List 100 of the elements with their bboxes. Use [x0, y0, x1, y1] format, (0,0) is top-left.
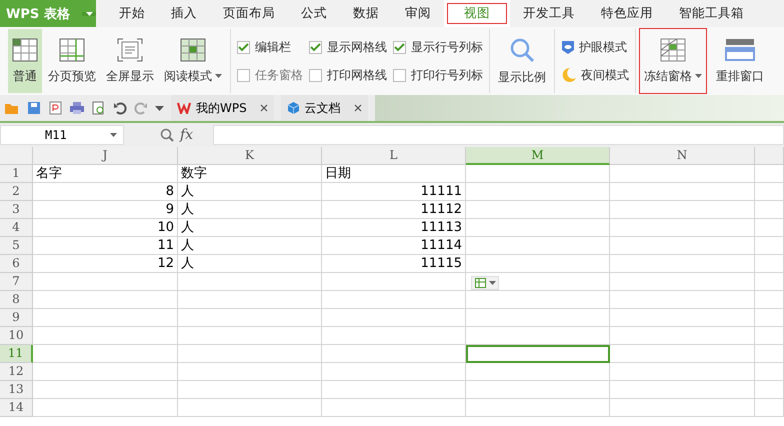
check-icon — [238, 42, 249, 52]
menu-tab[interactable]: 插入 — [158, 0, 210, 27]
redo-icon[interactable] — [134, 101, 148, 115]
row-header[interactable]: 4 — [0, 219, 33, 237]
print-preview-icon[interactable] — [92, 101, 106, 115]
table-cell: 日期 — [322, 165, 466, 183]
freeze-grid-icon — [660, 38, 686, 62]
row-header[interactable]: 11 — [0, 345, 33, 363]
table-cell: 11 — [33, 237, 178, 255]
checkbox[interactable] — [393, 40, 406, 54]
column-header[interactable]: L — [322, 147, 466, 165]
magnifier-icon — [509, 36, 535, 62]
empty-cell — [755, 291, 784, 309]
column-header[interactable]: N — [610, 147, 755, 165]
caret-icon — [86, 12, 92, 16]
view-mode-button[interactable]: 全屏显示 — [102, 29, 158, 93]
menu-tab[interactable]: 开始 — [106, 0, 158, 27]
close-icon[interactable] — [354, 104, 362, 112]
caret-icon[interactable] — [155, 106, 164, 110]
menu-tab[interactable]: 智能工具箱 — [666, 0, 757, 27]
checkbox-option[interactable]: 显示行号列标 — [393, 38, 483, 56]
document-tab[interactable]: 云文档 — [280, 95, 368, 121]
full-screen-icon — [117, 38, 143, 62]
table-cell: 11113 — [322, 219, 466, 237]
page-preview-icon — [59, 38, 85, 62]
row-header[interactable]: 13 — [0, 381, 33, 399]
print-icon[interactable] — [69, 101, 85, 115]
window-button[interactable]: 冻结窗格 — [640, 29, 706, 93]
paste-options-button[interactable] — [471, 276, 499, 290]
table-cell: 8 — [33, 183, 178, 201]
view-mode-button[interactable]: 阅读模式 — [160, 29, 226, 93]
view-mode-button[interactable]: 普通 — [8, 29, 42, 93]
table-cell: 人 — [178, 237, 322, 255]
w-logo-icon — [177, 102, 191, 114]
menu-tab[interactable]: 公式 — [288, 0, 340, 27]
save-icon[interactable] — [27, 101, 41, 115]
table-cell: 名字 — [33, 165, 178, 183]
menu-tab[interactable]: 视图 — [444, 0, 510, 27]
window-button[interactable]: 重排窗口 — [712, 29, 768, 93]
menu-tab[interactable]: 页面布局 — [210, 0, 288, 27]
column-header[interactable]: K — [178, 147, 322, 165]
window-stack-icon — [725, 38, 755, 62]
menu-tab[interactable]: 开发工具 — [510, 0, 588, 27]
table-cell: 11115 — [322, 255, 466, 273]
empty-cell — [755, 183, 784, 201]
row-header[interactable]: 3 — [0, 201, 33, 219]
empty-cell — [755, 399, 784, 417]
empty-cell — [755, 327, 784, 345]
table-cell: 9 — [33, 201, 178, 219]
view-mode-button[interactable]: 分页预览 — [44, 29, 100, 93]
checkbox[interactable] — [309, 68, 322, 82]
caret-icon — [489, 281, 496, 285]
column-header[interactable]: M — [466, 147, 610, 165]
table-cell: 12 — [33, 255, 178, 273]
menu-tab[interactable]: 特色应用 — [588, 0, 666, 27]
row-header[interactable]: 6 — [0, 255, 33, 273]
checkbox[interactable] — [393, 68, 406, 82]
pdf-icon[interactable] — [48, 101, 62, 115]
column-header[interactable]: J — [33, 147, 178, 165]
table-cell: 人 — [178, 201, 322, 219]
empty-cell — [755, 165, 784, 183]
row-header[interactable]: 2 — [0, 183, 33, 201]
row-header[interactable]: 7 — [0, 273, 33, 291]
menu-tab[interactable]: 数据 — [340, 0, 392, 27]
function-label[interactable]: fx — [180, 127, 194, 143]
folder-icon[interactable] — [4, 101, 20, 115]
empty-cell — [755, 219, 784, 237]
checkbox[interactable] — [309, 40, 322, 54]
checkbox-option[interactable]: 打印网格线 — [309, 66, 387, 84]
table-cell: 人 — [178, 255, 322, 273]
checkbox[interactable] — [237, 40, 250, 54]
empty-cell — [755, 255, 784, 273]
mode-button[interactable]: 夜间模式 — [561, 66, 629, 84]
row-header[interactable]: 9 — [0, 309, 33, 327]
table-cell: 11114 — [322, 237, 466, 255]
empty-cell — [755, 381, 784, 399]
checkbox-option[interactable]: 显示网格线 — [309, 38, 387, 56]
row-header[interactable]: 8 — [0, 291, 33, 309]
row-header[interactable]: 10 — [0, 327, 33, 345]
name-box[interactable]: M11 — [0, 125, 124, 145]
table-cell: 10 — [33, 219, 178, 237]
search-icon[interactable] — [160, 128, 174, 142]
mode-button[interactable]: 护眼模式 — [561, 38, 629, 56]
check-icon — [310, 42, 321, 52]
formula-input[interactable] — [213, 125, 784, 145]
close-icon[interactable] — [260, 104, 268, 112]
row-header[interactable]: 1 — [0, 165, 33, 183]
grid-icon — [12, 38, 38, 62]
active-cell[interactable] — [466, 345, 610, 363]
row-header[interactable]: 5 — [0, 237, 33, 255]
row-header[interactable]: 12 — [0, 363, 33, 381]
caret-icon — [110, 133, 117, 137]
document-tab[interactable]: 我的WPS — [171, 95, 274, 121]
empty-cell — [755, 363, 784, 381]
row-header[interactable]: 14 — [0, 399, 33, 417]
menu-tab[interactable]: 审阅 — [392, 0, 444, 27]
checkbox-option[interactable]: 打印行号列标 — [393, 66, 483, 84]
undo-icon[interactable] — [113, 101, 127, 115]
zoom-button[interactable]: 显示比例 — [494, 29, 550, 93]
checkbox-option[interactable]: 编辑栏 — [237, 38, 303, 56]
